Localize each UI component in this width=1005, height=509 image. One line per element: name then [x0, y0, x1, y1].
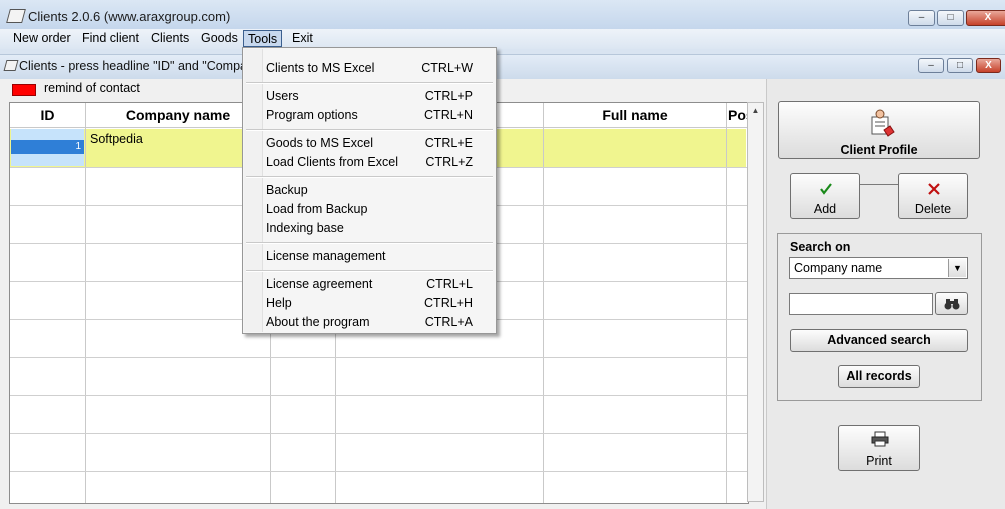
menu-new-order[interactable]: New order — [9, 30, 75, 47]
id-cell-highlight — [11, 154, 84, 166]
menu-item-license-agreement[interactable]: License agreement CTRL+L — [243, 275, 496, 294]
client-profile-icon — [871, 109, 895, 137]
company-name-cell[interactable]: Softpedia — [90, 132, 143, 146]
menu-separator — [246, 176, 493, 178]
column-header-position[interactable]: Pos — [727, 103, 748, 128]
menu-item-goods-to-excel[interactable]: Goods to MS Excel CTRL+E — [243, 134, 496, 153]
menu-item-label: Backup — [266, 183, 308, 197]
grid-row-divider — [10, 471, 748, 472]
grid-column-divider — [726, 128, 727, 503]
id-cell-highlight — [11, 129, 84, 140]
menu-exit[interactable]: Exit — [288, 30, 317, 47]
menu-item-label: License management — [266, 249, 386, 263]
tools-dropdown-menu: Clients to MS Excel CTRL+W Users CTRL+P … — [242, 47, 497, 334]
inner-maximize-button[interactable]: □ — [947, 58, 973, 73]
menu-item-load-from-backup[interactable]: Load from Backup — [243, 200, 496, 219]
client-profile-label: Client Profile — [840, 143, 918, 157]
client-profile-button[interactable]: Client Profile — [778, 101, 980, 159]
search-on-label: Search on — [790, 240, 851, 254]
menu-item-help[interactable]: Help CTRL+H — [243, 294, 496, 313]
menu-item-label: Goods to MS Excel — [266, 136, 373, 150]
delete-button[interactable]: Delete — [898, 173, 968, 219]
inner-close-button[interactable]: X — [976, 58, 1001, 73]
find-button[interactable] — [935, 292, 968, 315]
add-button[interactable]: Add — [790, 173, 860, 219]
print-button[interactable]: Print — [838, 425, 920, 471]
printer-icon — [871, 431, 889, 447]
menu-item-shortcut: CTRL+H — [424, 296, 473, 310]
grid-vertical-scrollbar[interactable]: ▲ — [747, 102, 764, 502]
menu-tools[interactable]: Tools — [243, 30, 283, 47]
grid-column-divider — [85, 128, 86, 503]
menu-item-clients-to-excel[interactable]: Clients to MS Excel CTRL+W — [243, 59, 496, 78]
menu-item-shortcut: CTRL+W — [421, 61, 473, 75]
menu-item-shortcut: CTRL+L — [426, 277, 473, 291]
menu-item-indexing-base[interactable]: Indexing base — [243, 219, 496, 238]
all-records-button[interactable]: All records — [838, 365, 920, 388]
menu-item-label: About the program — [266, 315, 370, 329]
x-icon — [928, 183, 940, 195]
inner-window-title: Clients - press headline "ID" and "Compa… — [19, 59, 254, 73]
menu-item-label: Load from Backup — [266, 202, 368, 216]
add-delete-connector — [860, 184, 898, 185]
checkmark-stroke — [820, 183, 832, 195]
id-cell[interactable]: 1 — [11, 140, 84, 154]
menu-item-label: Clients to MS Excel — [266, 61, 375, 75]
x-stroke — [928, 183, 940, 195]
column-header-full-name[interactable]: Full name — [544, 103, 727, 128]
menu-item-license-management[interactable]: License management — [243, 247, 496, 266]
menu-item-backup[interactable]: Backup — [243, 181, 496, 200]
search-field-select-value: Company name — [794, 261, 883, 275]
menu-item-about[interactable]: About the program CTRL+A — [243, 313, 496, 332]
delete-label: Delete — [914, 202, 952, 216]
menu-item-load-clients-from-excel[interactable]: Load Clients from Excel CTRL+Z — [243, 153, 496, 172]
menu-item-shortcut: CTRL+A — [424, 315, 473, 329]
grid-row-divider — [10, 357, 748, 358]
menu-item-shortcut: CTRL+Z — [425, 155, 473, 169]
binoculars-icon — [944, 299, 960, 310]
menu-separator — [246, 129, 493, 131]
remind-color-swatch — [12, 84, 36, 96]
inner-minimize-button[interactable]: – — [918, 58, 944, 73]
column-header-id[interactable]: ID — [10, 103, 86, 128]
close-button[interactable]: X — [966, 10, 1005, 26]
menu-separator — [246, 270, 493, 272]
menu-item-label: Indexing base — [266, 221, 344, 235]
checkmark-icon — [820, 183, 832, 195]
maximize-button[interactable]: □ — [937, 10, 964, 26]
menu-separator — [246, 242, 493, 244]
menu-item-label: Users — [266, 89, 299, 103]
scroll-up-arrow-icon[interactable]: ▲ — [748, 103, 763, 118]
window-title: Clients 2.0.6 (www.araxgroup.com) — [28, 9, 231, 24]
grid-row-divider — [10, 395, 748, 396]
menu-item-shortcut: CTRL+P — [424, 89, 473, 103]
add-label: Add — [813, 202, 837, 216]
menu-item-shortcut: CTRL+N — [424, 108, 473, 122]
search-field-select[interactable]: Company name ▼ — [789, 257, 968, 279]
menu-item-users[interactable]: Users CTRL+P — [243, 87, 496, 106]
menu-item-label: Program options — [266, 108, 358, 122]
menubar: New order Find client Clients Goods Tool… — [0, 29, 1005, 49]
menu-clients[interactable]: Clients — [147, 30, 193, 47]
search-input[interactable] — [789, 293, 933, 315]
menu-separator — [246, 82, 493, 84]
menu-item-label: License agreement — [266, 277, 373, 291]
chevron-down-icon[interactable]: ▼ — [948, 259, 966, 277]
advanced-search-button[interactable]: Advanced search — [790, 329, 968, 352]
menu-goods[interactable]: Goods — [197, 30, 242, 47]
menu-item-shortcut: CTRL+E — [424, 136, 473, 150]
menu-item-label: Load Clients from Excel — [266, 155, 399, 169]
minimize-button[interactable]: – — [908, 10, 935, 26]
menu-item-label: Help — [266, 296, 292, 310]
print-label: Print — [866, 454, 892, 468]
menu-item-program-options[interactable]: Program options CTRL+N — [243, 106, 496, 125]
grid-column-divider — [543, 128, 544, 503]
grid-row-divider — [10, 433, 748, 434]
remind-legend-label: remind of contact — [44, 81, 140, 95]
menu-find-client[interactable]: Find client — [78, 30, 143, 47]
